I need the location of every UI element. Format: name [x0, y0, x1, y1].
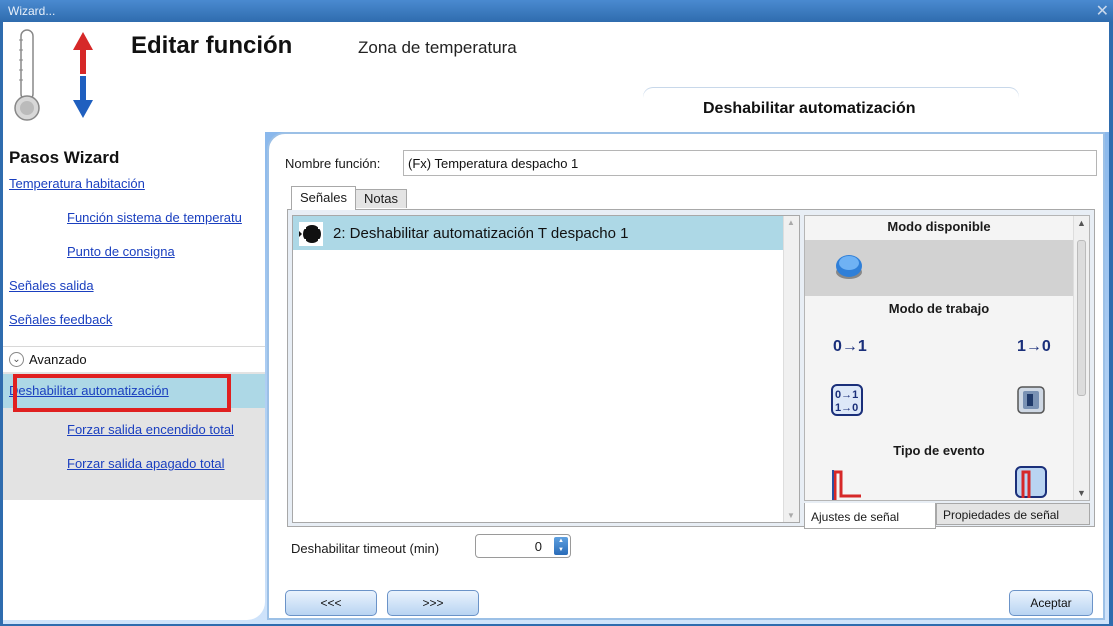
- work-mode-toggle-icon[interactable]: 0→1 1→0: [831, 384, 863, 416]
- thermometer-icon: [14, 29, 93, 121]
- section-tipo-evento: Tipo de evento: [805, 440, 1073, 462]
- window-title: Wizard...: [8, 4, 56, 18]
- signal-list-item[interactable]: 2: Deshabilitar automatización T despach…: [293, 216, 783, 250]
- signal-label: 2: Deshabilitar automatización T despach…: [333, 225, 629, 242]
- sidebar-item-forzar-encendido[interactable]: Forzar salida encendido total: [67, 422, 234, 437]
- scroll-up-icon[interactable]: ▲: [1077, 218, 1086, 228]
- sidebar-item-funcion-sistema[interactable]: Función sistema de temperatu: [67, 210, 242, 225]
- tab-senales[interactable]: Señales: [291, 186, 356, 210]
- previous-button[interactable]: <<<: [285, 590, 377, 616]
- work-mode-0-1-icon[interactable]: 0→1: [833, 338, 867, 356]
- wizard-steps-sidebar: Pasos Wizard Temperatura habitación Func…: [3, 132, 265, 620]
- signal-properties-panel: Modo disponible Modo de trabajo 0→1 1→0 …: [804, 215, 1090, 501]
- tab-ajustes-senal[interactable]: Ajustes de señal: [804, 503, 936, 529]
- chevron-down-icon: ⌄: [9, 352, 24, 367]
- signal-disable-icon: [299, 222, 323, 246]
- step-tab-title: Deshabilitar automatización: [703, 100, 916, 117]
- header: Editar función Zona de temperatura Desha…: [3, 22, 1109, 132]
- sidebar-item-temperatura-habitacion[interactable]: Temperatura habitación: [9, 176, 145, 191]
- advanced-label: Avanzado: [29, 352, 87, 367]
- section-modo-disponible: Modo disponible: [805, 216, 1073, 238]
- scroll-down-icon[interactable]: ▼: [1077, 488, 1086, 498]
- svg-text:0→1: 0→1: [835, 389, 858, 401]
- function-name-input[interactable]: (Fx) Temperatura despacho 1: [403, 150, 1097, 176]
- scroll-up-icon[interactable]: ▲: [787, 218, 795, 227]
- wizard-window: Editar función Zona de temperatura Desha…: [3, 22, 1109, 624]
- svg-text:1→0: 1→0: [835, 402, 858, 414]
- timeout-label: Deshabilitar timeout (min): [291, 541, 440, 556]
- work-mode-1-0-icon[interactable]: 1→0: [1017, 338, 1051, 356]
- signals-tab-panel: 2: Deshabilitar automatización T despach…: [287, 209, 1095, 529]
- event-rising-edge-icon[interactable]: [831, 468, 863, 500]
- function-name-label: Nombre función:: [285, 156, 381, 171]
- work-mode-timer-icon[interactable]: [1015, 384, 1047, 416]
- sidebar-item-senales-salida[interactable]: Señales salida: [9, 278, 94, 293]
- page-title: Editar función: [131, 32, 293, 59]
- sidebar-heading: Pasos Wizard: [9, 148, 120, 167]
- tab-propiedades-senal[interactable]: Propiedades de señal: [936, 503, 1090, 525]
- window-titlebar: Wizard... ✕: [0, 0, 1113, 22]
- scroll-down-icon[interactable]: ▼: [787, 511, 795, 520]
- accept-button[interactable]: Aceptar: [1009, 590, 1093, 616]
- close-icon[interactable]: ✕: [1096, 1, 1109, 21]
- page-subtitle: Zona de temperatura: [358, 38, 517, 57]
- timeout-value[interactable]: 0: [535, 539, 542, 554]
- available-mode-row: [805, 240, 1073, 296]
- advanced-toggle[interactable]: ⌄ Avanzado: [3, 346, 265, 372]
- sidebar-item-senales-feedback[interactable]: Señales feedback: [9, 312, 112, 327]
- main-panel: Nombre función: (Fx) Temperatura despach…: [267, 132, 1105, 620]
- sidebar-item-forzar-apagado[interactable]: Forzar salida apagado total: [67, 456, 225, 471]
- scroll-thumb[interactable]: [1077, 240, 1086, 396]
- signal-list-scrollbar[interactable]: ▲ ▼: [783, 216, 799, 522]
- step-tab-header: Deshabilitar automatización: [643, 88, 1019, 132]
- tab-notas[interactable]: Notas: [355, 189, 407, 208]
- signal-list: 2: Deshabilitar automatización T despach…: [292, 215, 800, 523]
- timeout-stepper[interactable]: 0 ▲ ▼: [475, 534, 571, 558]
- sidebar-item-punto-consigna[interactable]: Punto de consigna: [67, 244, 175, 259]
- properties-scrollbar[interactable]: ▲ ▼: [1073, 216, 1089, 500]
- selection-highlight-box: [13, 374, 231, 412]
- spinner-arrows-icon[interactable]: ▲ ▼: [554, 537, 568, 555]
- push-button-icon[interactable]: [833, 250, 865, 282]
- next-button[interactable]: >>>: [387, 590, 479, 616]
- section-modo-trabajo: Modo de trabajo: [805, 298, 1073, 320]
- event-level-icon[interactable]: [1015, 466, 1047, 498]
